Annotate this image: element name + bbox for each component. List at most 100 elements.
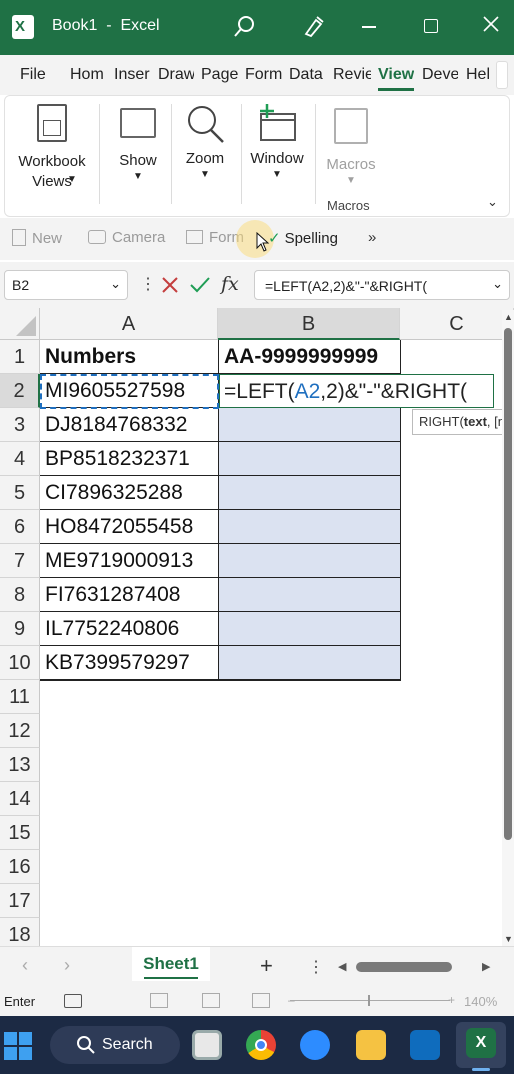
spelling-button[interactable]: ✓ Spelling: [268, 229, 338, 247]
column-header-a[interactable]: A: [40, 308, 218, 340]
normal-view-icon[interactable]: [150, 993, 168, 1008]
horizontal-scrollbar[interactable]: ◀ ▶: [336, 959, 496, 975]
sheet-tab-sheet1[interactable]: Sheet1: [132, 947, 210, 981]
header-cell-b1[interactable]: AA-9999999999: [219, 340, 400, 374]
row-header-11[interactable]: 11: [0, 680, 40, 714]
row-header-8[interactable]: 8: [0, 578, 40, 612]
window-button[interactable]: Window ▼: [245, 102, 309, 180]
page-break-view-icon[interactable]: [252, 993, 270, 1008]
scroll-right-icon[interactable]: ▶: [482, 960, 490, 973]
editing-cell-b2[interactable]: =LEFT(A2,2)&"-"&RIGHT(: [219, 374, 494, 408]
column-header-c[interactable]: C: [400, 308, 514, 340]
table-cell-a3[interactable]: DJ8184768332: [40, 408, 218, 442]
cancel-formula-icon[interactable]: [160, 275, 180, 300]
row-header-1[interactable]: 1: [0, 340, 40, 374]
page-layout-view-icon[interactable]: [202, 993, 220, 1008]
row-header-6[interactable]: 6: [0, 510, 40, 544]
row-header-5[interactable]: 5: [0, 476, 40, 510]
ribbon-tabs: File Hom Inser Draw Page Form Data Revie…: [0, 55, 514, 95]
next-sheet-icon[interactable]: ›: [64, 955, 70, 976]
row-header-17[interactable]: 17: [0, 884, 40, 918]
tab-formulas[interactable]: Form: [245, 66, 282, 84]
show-button[interactable]: Show ▼: [109, 102, 167, 182]
windows-start-icon[interactable]: [4, 1032, 32, 1060]
row-header-16[interactable]: 16: [0, 850, 40, 884]
row-header-13[interactable]: 13: [0, 748, 40, 782]
window-title: Book1 - Excel: [52, 17, 160, 34]
scrollbar-thumb[interactable]: [504, 328, 512, 840]
camera-button[interactable]: Camera: [88, 229, 165, 246]
select-all-corner[interactable]: [0, 308, 40, 340]
show-icon: [120, 108, 156, 138]
tab-home[interactable]: Hom: [70, 66, 106, 84]
row-header-12[interactable]: 12: [0, 714, 40, 748]
tab-file[interactable]: File: [20, 66, 46, 84]
header-cell-a1[interactable]: Numbers: [40, 340, 218, 374]
row-header-7[interactable]: 7: [0, 544, 40, 578]
tabs-scrollbar[interactable]: [496, 61, 508, 89]
tab-developer[interactable]: Deve: [422, 66, 458, 84]
tab-page-layout[interactable]: Page: [201, 66, 239, 84]
row-header-2[interactable]: 2: [0, 374, 40, 408]
outlook-icon[interactable]: [410, 1030, 440, 1060]
new-button[interactable]: New: [12, 229, 62, 247]
more-options-icon[interactable]: ⋮: [140, 274, 156, 294]
name-box[interactable]: B2 ⌄: [4, 270, 128, 300]
column-header-b[interactable]: B: [218, 308, 400, 340]
row-header-3[interactable]: 3: [0, 408, 40, 442]
task-view-icon[interactable]: [192, 1030, 222, 1060]
row-header-14[interactable]: 14: [0, 782, 40, 816]
scroll-down-icon[interactable]: ▼: [504, 934, 513, 944]
maximize-icon[interactable]: [424, 19, 438, 33]
add-sheet-button[interactable]: +: [260, 953, 273, 979]
insert-function-button[interactable]: fx: [221, 273, 239, 295]
table-cell-a7[interactable]: ME9719000913: [40, 544, 218, 578]
zoom-slider[interactable]: – +: [288, 993, 455, 1007]
pen-icon[interactable]: [302, 14, 326, 43]
camera-label: Camera: [112, 229, 166, 246]
row-header-15[interactable]: 15: [0, 816, 40, 850]
chrome-icon[interactable]: [246, 1030, 276, 1060]
search-box[interactable]: Search: [50, 1026, 180, 1064]
file-explorer-icon[interactable]: [356, 1030, 386, 1060]
row-header-4[interactable]: 4: [0, 442, 40, 476]
table-cell-a10[interactable]: KB7399579297: [40, 646, 218, 680]
h-scrollbar-thumb[interactable]: [356, 962, 452, 972]
chevron-down-icon[interactable]: ⌄: [492, 276, 503, 292]
scroll-up-icon[interactable]: ▲: [504, 312, 513, 322]
minimize-icon[interactable]: [362, 26, 376, 28]
enter-formula-icon[interactable]: [189, 275, 211, 300]
table-cell-a8[interactable]: FI7631287408: [40, 578, 218, 612]
formula-input[interactable]: =LEFT(A2,2)&"-"&RIGHT( ⌄: [254, 270, 510, 300]
zoom-app-icon[interactable]: [300, 1030, 330, 1060]
tab-insert[interactable]: Inser: [114, 66, 151, 84]
more-commands-button[interactable]: »: [368, 229, 376, 246]
search-icon: [77, 1036, 95, 1054]
table-cell-a6[interactable]: HO8472055458: [40, 510, 218, 544]
prev-sheet-icon[interactable]: ‹: [22, 955, 28, 976]
collapse-ribbon-icon[interactable]: ⌄: [487, 194, 498, 210]
row-header-10[interactable]: 10: [0, 646, 40, 680]
macros-button[interactable]: Macros ▼: [321, 102, 381, 186]
row-header-18[interactable]: 18: [0, 918, 40, 946]
tab-review[interactable]: Revie: [333, 66, 371, 84]
sheet-options-icon[interactable]: ⋮: [308, 957, 324, 977]
tab-view[interactable]: View: [378, 66, 414, 84]
zoom-button[interactable]: Zoom ▼: [175, 102, 235, 180]
tab-draw[interactable]: Draw: [158, 66, 194, 84]
table-cell-a9[interactable]: IL7752240806: [40, 612, 218, 646]
search-icon[interactable]: [233, 14, 257, 43]
zoom-level[interactable]: 140%: [464, 994, 497, 1009]
row-header-9[interactable]: 9: [0, 612, 40, 646]
function-tooltip[interactable]: RIGHT(text, [n: [412, 409, 514, 435]
close-icon[interactable]: [482, 15, 500, 38]
scroll-left-icon[interactable]: ◀: [338, 960, 346, 973]
accessibility-icon[interactable]: [64, 994, 82, 1008]
table-cell-a4[interactable]: BP8518232371: [40, 442, 218, 476]
vertical-scrollbar[interactable]: ▲ ▼: [502, 310, 514, 946]
tab-help[interactable]: Hel: [466, 66, 492, 84]
excel-taskbar-icon[interactable]: X: [466, 1028, 496, 1058]
table-cell-a5[interactable]: CI7896325288: [40, 476, 218, 510]
tab-data[interactable]: Data: [289, 66, 323, 84]
workbook-views-button[interactable]: Workbook Views ▼: [15, 102, 89, 192]
